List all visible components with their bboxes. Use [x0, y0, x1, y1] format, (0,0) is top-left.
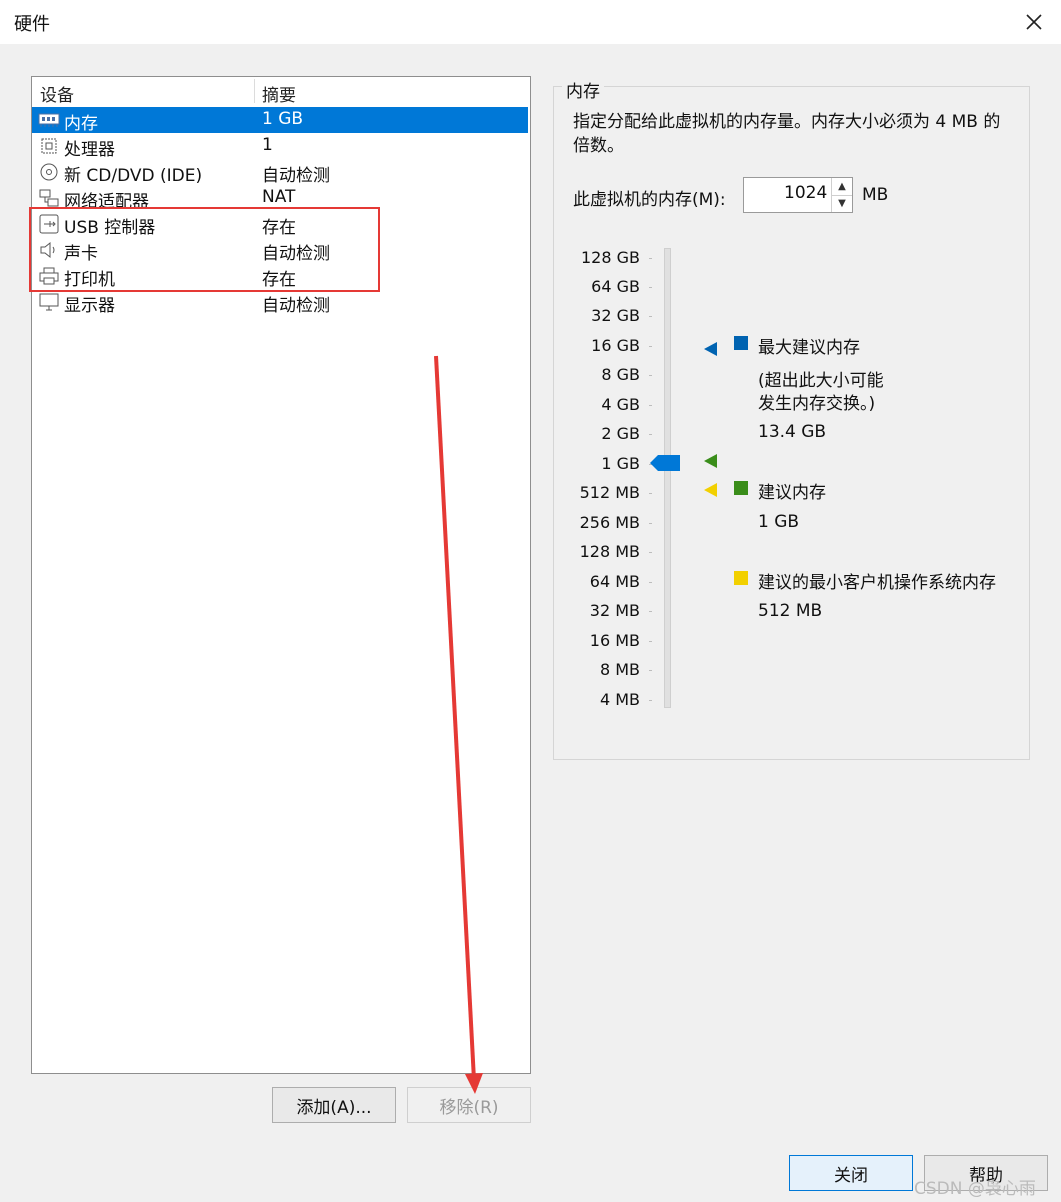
- tick-mark: [649, 552, 652, 553]
- window-title: 硬件: [14, 14, 50, 35]
- tick-mark: [649, 641, 652, 642]
- tick-mark: [649, 375, 652, 376]
- close-icon[interactable]: [1016, 4, 1052, 40]
- max-recommended-swatch: [734, 336, 748, 350]
- device-summary: 1: [262, 135, 273, 155]
- memory-group-title: 内存: [562, 77, 604, 102]
- max-recommended-value: 13.4 GB: [758, 422, 827, 442]
- tick-mark: [649, 493, 652, 494]
- scale-tick: 32 MB: [589, 601, 640, 620]
- device-row-processor[interactable]: 处理器 1: [32, 133, 528, 160]
- device-name: 内存: [64, 114, 98, 134]
- min-recommended-label: 建议的最小客户机操作系统内存: [758, 573, 996, 593]
- title-bar: [0, 0, 1061, 44]
- spin-down-icon[interactable]: ▼: [832, 195, 852, 212]
- tick-mark: [649, 258, 652, 259]
- recommended-swatch: [734, 481, 748, 495]
- tick-mark: [649, 670, 652, 671]
- scale-tick: 16 GB: [591, 336, 640, 355]
- device-name: 显示器: [64, 296, 115, 316]
- tick-mark: [649, 582, 652, 583]
- add-button[interactable]: 添加(A)...: [272, 1087, 396, 1123]
- tick-mark: [649, 611, 652, 612]
- annotation-highlight-box: [29, 207, 380, 292]
- max-recommended-note: (超出此大小可能: [758, 371, 884, 391]
- column-header-summary[interactable]: 摘要: [262, 81, 296, 106]
- tick-mark: [649, 700, 652, 701]
- scale-tick: 8 GB: [601, 365, 640, 384]
- tick-mark: [649, 434, 652, 435]
- remove-button[interactable]: 移除(R): [407, 1087, 531, 1123]
- processor-icon: [38, 136, 60, 156]
- min-recommended-value: 512 MB: [758, 601, 823, 621]
- tick-mark: [649, 405, 652, 406]
- scale-tick: 64 MB: [589, 572, 640, 591]
- cd-dvd-icon: [38, 162, 60, 182]
- memory-icon: [38, 110, 60, 130]
- scale-tick: 512 MB: [579, 483, 640, 502]
- tick-mark: [649, 346, 652, 347]
- scale-tick: 128 MB: [579, 542, 640, 561]
- watermark: CSDN @袅心雨: [914, 1179, 1036, 1199]
- spin-up-icon[interactable]: ▲: [832, 178, 852, 196]
- scale-tick: 2 GB: [601, 424, 640, 443]
- scale-tick: 128 GB: [581, 248, 640, 267]
- device-row-memory[interactable]: 内存 1 GB: [32, 107, 528, 134]
- tick-mark: [649, 523, 652, 524]
- column-header-device[interactable]: 设备: [40, 81, 74, 106]
- min-recommended-swatch: [734, 571, 748, 585]
- device-summary: 自动检测: [262, 296, 330, 316]
- scale-tick: 32 GB: [591, 306, 640, 325]
- max-recommended-marker-icon: [704, 342, 717, 356]
- device-summary: 1 GB: [262, 109, 304, 129]
- tick-mark: [649, 316, 652, 317]
- close-button[interactable]: 关闭: [789, 1155, 913, 1191]
- memory-spinner[interactable]: ▲ ▼: [831, 178, 852, 212]
- device-row-cd-dvd[interactable]: 新 CD/DVD (IDE) 自动检测: [32, 159, 528, 186]
- device-name: 新 CD/DVD (IDE): [64, 166, 203, 186]
- scale-tick: 256 MB: [579, 513, 640, 532]
- scale-tick: 8 MB: [599, 660, 640, 679]
- monitor-icon: [38, 292, 60, 312]
- scale-tick: 4 GB: [601, 395, 640, 414]
- memory-description: 指定分配给此虚拟机的内存量。内存大小必须为 4 MB 的倍数。: [573, 112, 1001, 156]
- network-adapter-icon: [38, 188, 60, 208]
- column-divider[interactable]: [254, 79, 255, 103]
- memory-slider-track[interactable]: [664, 248, 671, 708]
- tick-mark: [649, 287, 652, 288]
- memory-label: 此虚拟机的内存(M):: [573, 190, 726, 210]
- memory-slider-thumb[interactable]: [650, 454, 682, 472]
- device-row-display[interactable]: 显示器 自动检测: [32, 289, 528, 316]
- scale-tick: 1 GB: [601, 454, 640, 473]
- scale-tick: 16 MB: [589, 631, 640, 650]
- memory-size-value: 1024: [784, 183, 828, 203]
- device-summary: NAT: [262, 187, 296, 207]
- device-summary: 自动检测: [262, 166, 330, 186]
- max-recommended-label: 最大建议内存: [758, 338, 860, 358]
- scale-tick: 4 MB: [599, 690, 640, 709]
- memory-unit: MB: [862, 185, 889, 205]
- max-recommended-note: 发生内存交换。): [758, 394, 876, 414]
- recommended-value: 1 GB: [758, 512, 800, 532]
- memory-size-input[interactable]: 1024 ▲ ▼: [743, 177, 853, 213]
- device-name: 处理器: [64, 140, 115, 160]
- min-recommended-marker-icon: [704, 483, 717, 497]
- recommended-marker-icon: [704, 454, 717, 468]
- scale-tick: 64 GB: [591, 277, 640, 296]
- recommended-label: 建议内存: [758, 483, 826, 503]
